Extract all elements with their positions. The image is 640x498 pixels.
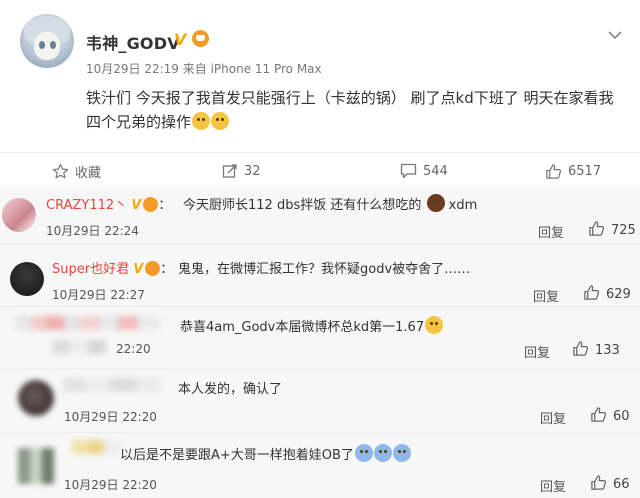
chevron-down-icon[interactable] [608, 28, 622, 44]
redacted-name [72, 440, 120, 454]
comment-like-count: 725 [611, 223, 636, 238]
thumbs-up-icon [590, 474, 607, 495]
comment-like-button[interactable]: 629 [583, 284, 631, 305]
post-meta: 10月29日 22:19 来自 iPhone 11 Pro Max [86, 62, 322, 76]
comment-like-button[interactable]: 133 [572, 340, 620, 361]
doge-emoji-icon [211, 112, 230, 130]
emoji-icon [426, 194, 445, 212]
emoji-icon [373, 444, 392, 462]
like-count: 6517 [568, 163, 602, 179]
reply-button[interactable]: 回复 [524, 342, 550, 361]
comment-button[interactable]: 544 [400, 161, 448, 181]
verified-badge: V [131, 198, 142, 213]
comment-time: 10月29日 22:27 [52, 288, 145, 302]
redacted-name [64, 378, 160, 392]
commenter-name[interactable]: Super也好君 [52, 262, 129, 277]
comment-like-count: 66 [613, 477, 630, 492]
doge-emoji-icon [425, 316, 444, 334]
comment-text: 恭喜4am_Godv本届微博杯总kd第一1.67 [180, 320, 425, 335]
post-action-bar: 收藏 32 544 6517 [0, 152, 640, 188]
comment-item: CRAZY112丶 V： 今天厨师长112 dbs拌饭 还有什么想吃的 xdm … [0, 186, 640, 244]
member-badge-icon [143, 197, 159, 212]
comment-text-suffix: xdm [448, 198, 478, 213]
verified-badge: V [133, 262, 144, 277]
reply-button[interactable]: 回复 [540, 476, 566, 495]
comment-like-button[interactable]: 66 [590, 474, 630, 495]
post-body: 铁汁们 今天报了我首发只能强行上（卡兹的锅） 刷了点kd下班了 明天在家看我 四… [86, 86, 631, 134]
repost-icon [222, 163, 238, 179]
comment-item: Super也好君 V： 鬼鬼，在微博汇报工作？我怀疑godv被夺舍了…… 10月… [0, 246, 640, 306]
commenter-name[interactable]: CRAZY112丶 [46, 198, 127, 213]
favorite-label: 收藏 [75, 165, 102, 181]
weibo-post: 韦神_GODV V 10月29日 22:19 来自 iPhone 11 Pro … [0, 0, 640, 148]
thumbs-up-icon [572, 340, 589, 361]
reply-button[interactable]: 回复 [540, 408, 566, 427]
post-text-line1: 铁汁们 今天报了我首发只能强行上（卡兹的锅） 刷了点kd下班了 明天在家看我 [86, 89, 614, 107]
comment-like-count: 133 [595, 343, 620, 358]
repost-count: 32 [244, 163, 261, 179]
comment-item: 以后是不是要跟A+大哥一样抱着娃OB了 10月29日 22:20 回复 66 [0, 434, 640, 498]
comment-time: 10月29日 22:24 [46, 224, 139, 238]
like-button[interactable]: 6517 [545, 161, 601, 181]
author-name[interactable]: 韦神_GODV [86, 30, 180, 54]
comment-list: CRAZY112丶 V： 今天厨师长112 dbs拌饭 还有什么想吃的 xdm … [0, 186, 640, 498]
comment-text: 鬼鬼，在微博汇报工作？我怀疑godv被夺舍了…… [178, 262, 471, 277]
repost-button[interactable]: 32 [222, 161, 261, 181]
favorite-button[interactable]: 收藏 [52, 161, 101, 181]
comment-like-button[interactable]: 60 [590, 406, 630, 427]
verified-badge: V [174, 30, 187, 49]
reply-button[interactable]: 回复 [533, 286, 559, 305]
star-icon [52, 163, 69, 180]
comment-count: 544 [423, 163, 448, 179]
doge-emoji-icon [192, 112, 211, 130]
author-avatar[interactable] [20, 14, 74, 68]
comment-icon [400, 163, 417, 179]
comment-item: 恭喜4am_Godv本届微博杯总kd第一1.67 22:20 回复 133 [0, 308, 640, 368]
redacted-name [16, 316, 160, 330]
thumbs-up-icon [583, 284, 600, 305]
post-text-line2: 四个兄弟的操作 [86, 113, 192, 131]
thumbs-up-icon [545, 163, 562, 180]
comment-time: 10月29日 22:20 [64, 410, 157, 424]
comment-time: 22:20 [116, 342, 151, 356]
member-badge-icon [192, 30, 209, 47]
comment-text: 以后是不是要跟A+大哥一样抱着娃OB了 [120, 448, 354, 463]
thumbs-up-icon [590, 406, 607, 427]
comment-like-count: 60 [613, 409, 630, 424]
redacted-date [52, 340, 106, 354]
emoji-icon [392, 444, 411, 462]
comment-like-button[interactable]: 725 [588, 220, 636, 241]
comment-item: 本人发的，确认了 10月29日 22:20 回复 60 [0, 370, 640, 432]
comment-like-count: 629 [606, 287, 631, 302]
member-badge-icon [145, 261, 161, 276]
commenter-avatar[interactable] [18, 380, 54, 416]
reply-button[interactable]: 回复 [538, 222, 564, 241]
comment-text: 本人发的，确认了 [178, 382, 283, 397]
thumbs-up-icon [588, 220, 605, 241]
commenter-avatar[interactable] [10, 262, 44, 296]
commenter-avatar[interactable] [2, 198, 36, 232]
comment-time: 10月29日 22:20 [64, 478, 157, 492]
comment-text: 今天厨师长112 dbs拌饭 还有什么想吃的 [183, 198, 422, 213]
commenter-avatar[interactable] [18, 448, 54, 484]
emoji-icon [354, 444, 373, 462]
